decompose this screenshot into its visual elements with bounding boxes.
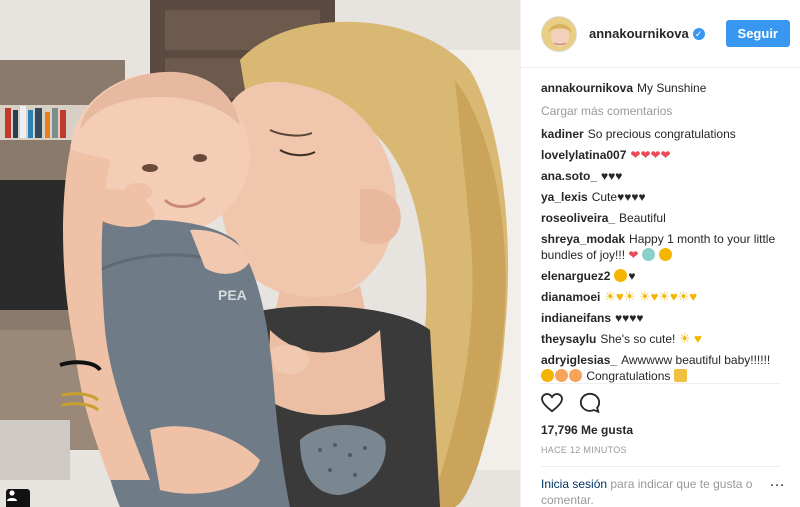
avatar[interactable] <box>541 15 577 52</box>
post-photo[interactable]: PEA <box>0 0 520 507</box>
black-heart-icon: ♥♥♥ <box>601 169 623 183</box>
sun-emoji-icon: ☀♥☀ ☀♥☀♥☀♥ <box>604 289 698 304</box>
comment-username[interactable]: ya_lexis <box>541 190 588 204</box>
crying-face-emoji-icon <box>641 248 655 261</box>
post-timestamp: HACE 12 MINUTOS <box>541 445 627 455</box>
comment-item: roseoliveira_ Beautiful <box>541 210 780 226</box>
comment-text: Cute <box>591 190 618 204</box>
comment-item: indianeifans ♥♥♥♥ <box>541 310 780 326</box>
heart-eyes-emoji-icon <box>541 369 554 382</box>
heart-emoji-icon: ❤❤❤❤ <box>630 148 671 162</box>
heart-eyes-emoji-icon <box>614 269 628 282</box>
divider <box>541 466 780 467</box>
sun-emoji-icon: ☀ ♥ <box>678 331 702 346</box>
comment-text: Beautiful <box>619 211 666 225</box>
login-link[interactable]: Inicia sesión <box>541 477 607 491</box>
post-side-panel: annakournikova ✓ Seguir annakournikova My… <box>520 0 800 507</box>
follow-button[interactable]: Seguir <box>725 20 790 47</box>
login-prompt: Inicia sesión para indicar que te gusta … <box>541 476 786 507</box>
heart-emoji-icon: ❤ <box>628 248 639 262</box>
heart-eyes-emoji-icon <box>659 248 673 261</box>
comment-item: ya_lexis Cute♥♥♥♥ <box>541 189 780 205</box>
like-count[interactable]: 17,796 Me gusta <box>541 423 633 437</box>
caption-username[interactable]: annakournikova <box>541 81 633 95</box>
comment-username[interactable]: indianeifans <box>541 311 611 325</box>
photo-illustration: PEA <box>0 0 520 507</box>
comment-text: Congratulations <box>586 369 671 383</box>
post-actions <box>541 392 601 419</box>
comment-item: lovelylatina007 ❤❤❤❤ <box>541 147 780 163</box>
load-more-comments-link[interactable]: Cargar más comentarios <box>541 104 780 118</box>
black-heart-icon: ♥♥♥♥ <box>617 190 646 204</box>
party-popper-emoji-icon <box>673 369 687 382</box>
comment-username[interactable]: dianamoei <box>541 290 600 304</box>
comment-text: She's so cute! <box>600 332 676 346</box>
avatar-image <box>542 16 576 51</box>
comment-item: elenarguez2 ♥ <box>541 268 780 284</box>
post-header: annakournikova ✓ Seguir <box>521 0 800 68</box>
comment-username[interactable]: ana.soto_ <box>541 169 597 183</box>
black-heart-icon: ♥ <box>628 269 636 283</box>
user-profile-icon[interactable] <box>6 489 30 507</box>
comment-item: adryiglesias_ Awwwww beautiful baby!!!!!!… <box>541 352 780 384</box>
comment-item: theysaylu She's so cute! ☀ ♥ <box>541 331 780 347</box>
kiss-emoji-icon <box>555 369 568 382</box>
verified-badge-icon: ✓ <box>692 27 705 40</box>
comment-list: annakournikova My Sunshine Cargar más com… <box>521 68 800 384</box>
comment-username[interactable]: kadiner <box>541 127 584 141</box>
comment-item: shreya_modak Happy 1 month to your little… <box>541 231 780 263</box>
more-options-icon[interactable]: … <box>769 473 786 491</box>
caption-text: My Sunshine <box>637 81 707 95</box>
post-caption: annakournikova My Sunshine <box>541 80 780 96</box>
comment-item: kadiner So precious congratulations <box>541 126 780 142</box>
comment-item: ana.soto_ ♥♥♥ <box>541 168 780 184</box>
comment-username[interactable]: elenarguez2 <box>541 269 610 283</box>
comment-username[interactable]: shreya_modak <box>541 232 625 246</box>
divider <box>541 383 780 384</box>
comment-username[interactable]: adryiglesias_ <box>541 353 617 367</box>
comment-username[interactable]: lovelylatina007 <box>541 148 626 162</box>
onesie-print: PEA <box>218 287 247 303</box>
comment-item: dianamoei ☀♥☀ ☀♥☀♥☀♥ <box>541 289 780 305</box>
heart-outline-icon[interactable] <box>541 393 563 418</box>
black-heart-icon: ♥♥♥♥ <box>615 311 644 325</box>
comment-username[interactable]: roseoliveira_ <box>541 211 615 225</box>
kiss-emoji-icon <box>569 369 582 382</box>
comment-text: So precious congratulations <box>587 127 736 141</box>
post-username[interactable]: annakournikova <box>589 26 689 41</box>
comment-bubble-icon[interactable] <box>579 392 601 419</box>
comment-text: Awwwww beautiful baby!!!!!! <box>621 353 771 367</box>
comment-username[interactable]: theysaylu <box>541 332 596 346</box>
